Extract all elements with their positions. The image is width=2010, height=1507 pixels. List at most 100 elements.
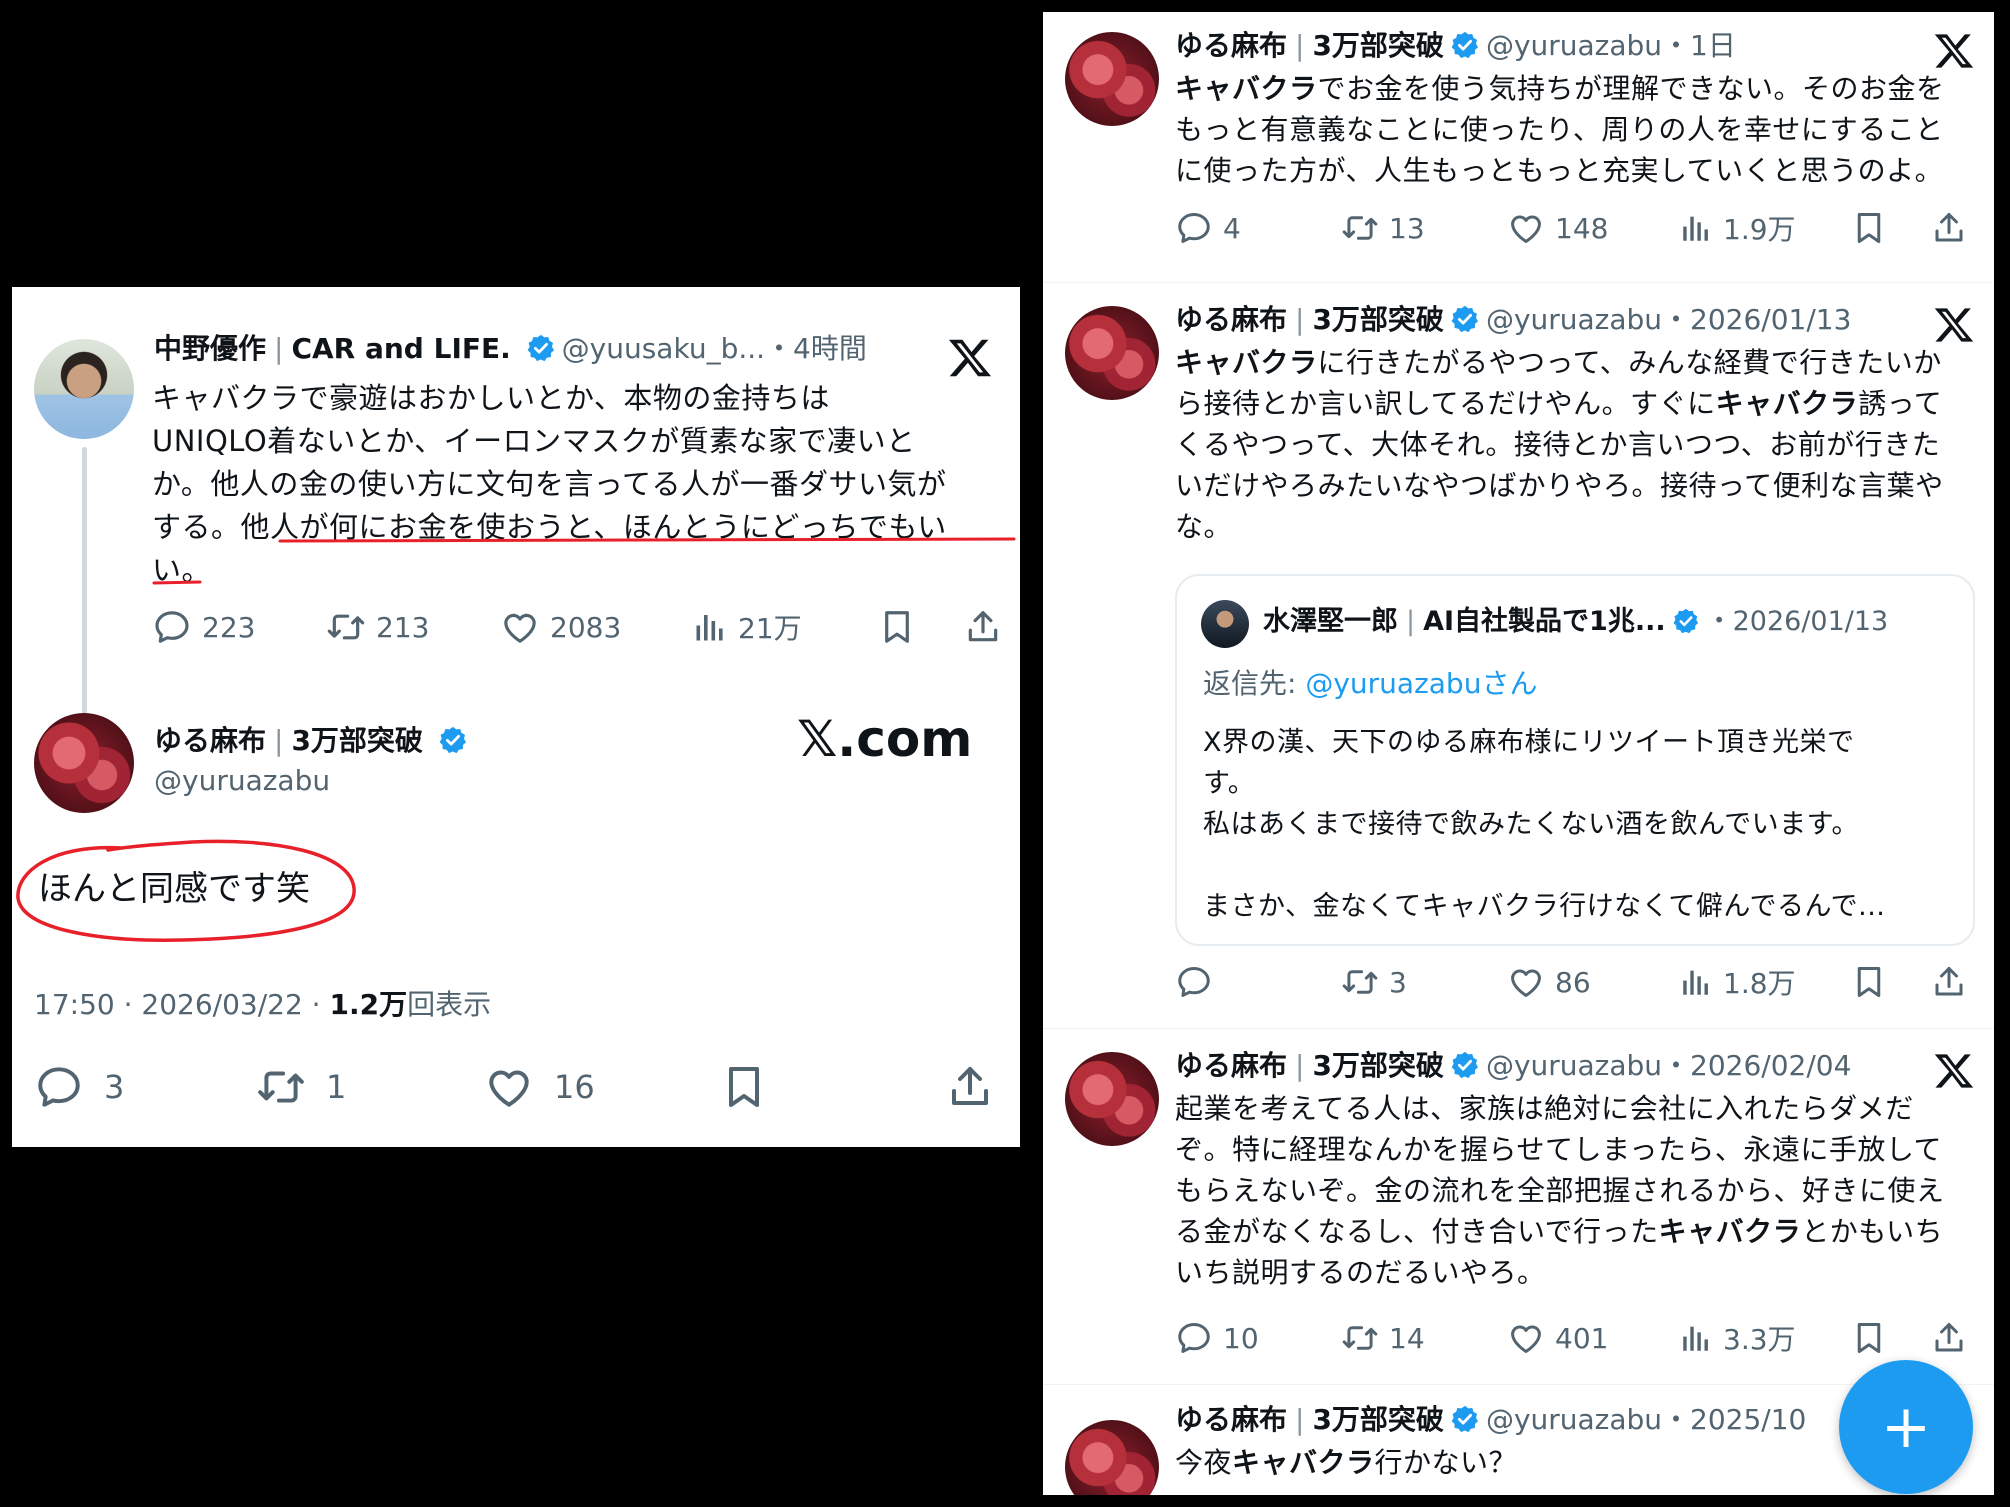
- name-separator: |: [274, 724, 284, 757]
- post-timestamp[interactable]: 17:50 · 2026/03/22 ·: [34, 988, 329, 1021]
- bookmark-icon: [1851, 210, 1887, 246]
- text-line: キャバクラに行きたがるやつって、みんな経費で行きたいか: [1175, 346, 1942, 379]
- display-name[interactable]: ゆる麻布: [1175, 303, 1287, 336]
- repost-button[interactable]: 13: [1341, 208, 1425, 248]
- text-line: キャバクラでお金を使う気持ちが理解できない。そのお金を: [1175, 72, 1945, 105]
- text-line: ぞ。特に経理なんかを握らせてしまったら、永遠に手放して: [1175, 1133, 1942, 1166]
- bookmark-button[interactable]: [1851, 962, 1897, 1002]
- verified-badge-icon: [438, 725, 468, 755]
- display-name[interactable]: ゆる麻布: [1175, 1403, 1287, 1436]
- handle[interactable]: @yuruazabu: [1486, 1049, 1662, 1082]
- share-button[interactable]: [1931, 208, 1977, 248]
- avatar[interactable]: [34, 339, 134, 439]
- reply-button[interactable]: 10: [1175, 1318, 1259, 1358]
- post-time[interactable]: ・2026/01/13: [1706, 606, 1889, 637]
- handle[interactable]: @yuruazabu: [1486, 29, 1662, 62]
- views-icon: [1679, 965, 1713, 999]
- views-button[interactable]: 1.8万: [1679, 962, 1796, 1002]
- repost-count: 213: [376, 610, 430, 644]
- post-time[interactable]: ・2025/10: [1662, 1403, 1806, 1436]
- feed-post[interactable]: ゆる麻布 | 3万部突破 @yuruazabu・1日 キャバクラでお金を使う気持ちが理…: [1043, 12, 1994, 280]
- avatar[interactable]: [1065, 306, 1159, 400]
- compose-post-button[interactable]: +: [1839, 1360, 1973, 1494]
- like-button[interactable]: 401: [1507, 1318, 1608, 1358]
- handle[interactable]: @yuruazabu: [1486, 1403, 1662, 1436]
- feed-post[interactable]: ゆる麻布 | 3万部突破 @yuruazabu・2026/02/04 起業を考えてる人…: [1043, 1030, 1994, 1382]
- avatar[interactable]: [1065, 1052, 1159, 1146]
- share-button[interactable]: [1931, 1318, 1977, 1358]
- bookmark-button[interactable]: [1851, 208, 1897, 248]
- display-name-suffix[interactable]: 3万部突破: [1312, 29, 1443, 62]
- views-icon: [1679, 1321, 1713, 1355]
- share-button[interactable]: [946, 1063, 1004, 1111]
- view-count: 1.2万: [329, 988, 408, 1021]
- share-button[interactable]: [1931, 962, 1977, 1002]
- post-time[interactable]: ・4時間: [765, 332, 867, 365]
- views-button[interactable]: 3.3万: [1679, 1318, 1796, 1358]
- bookmark-button[interactable]: [878, 607, 926, 647]
- avatar[interactable]: [34, 713, 134, 813]
- reply-count: 10: [1223, 1321, 1259, 1355]
- heart-icon: [1507, 209, 1545, 247]
- action-bar: 3 86 1.8万: [1175, 962, 1975, 1004]
- tweet-header: ゆる麻布 | 3万部突破 @yuruazabu・1日: [1175, 28, 1736, 64]
- display-name-suffix[interactable]: 3万部突破: [291, 724, 422, 757]
- repost-button[interactable]: 1: [256, 1063, 346, 1111]
- post-time[interactable]: ・1日: [1662, 29, 1736, 62]
- reply-button[interactable]: 3: [34, 1063, 124, 1111]
- display-name-suffix[interactable]: 3万部突破: [1312, 1403, 1443, 1436]
- like-button[interactable]: 2083: [500, 607, 621, 647]
- handle[interactable]: @yuruazabu: [1486, 303, 1662, 336]
- x-logo-icon: [1933, 304, 1975, 346]
- view-label: 回表示: [407, 988, 492, 1021]
- bookmark-button[interactable]: [1851, 1318, 1897, 1358]
- handle[interactable]: @yuruazabu: [154, 763, 330, 799]
- like-button[interactable]: 86: [1507, 962, 1591, 1002]
- display-name-suffix[interactable]: 3万部突破: [1312, 1049, 1443, 1082]
- text-line: な。: [1175, 510, 1233, 543]
- divider: [1043, 1028, 1994, 1029]
- post-time[interactable]: ・2026/02/04: [1662, 1049, 1851, 1082]
- avatar[interactable]: [1065, 1420, 1159, 1495]
- avatar[interactable]: [1201, 600, 1249, 648]
- display-name[interactable]: 水澤堅一郎: [1263, 606, 1398, 637]
- display-name[interactable]: ゆる麻布: [1175, 1049, 1287, 1082]
- like-button[interactable]: 16: [484, 1063, 595, 1111]
- reply-button[interactable]: 223: [152, 607, 255, 647]
- repost-button[interactable]: 213: [326, 607, 429, 647]
- views-button[interactable]: 1.9万: [1679, 208, 1796, 248]
- reply-to-handle[interactable]: @yuruazabuさん: [1305, 667, 1537, 700]
- reply-button[interactable]: [1175, 962, 1223, 1002]
- display-name[interactable]: 中野優作: [154, 332, 266, 365]
- share-button[interactable]: [964, 607, 1012, 647]
- x-logo-icon: [1933, 1050, 1975, 1092]
- text-line: ら接待とか言い訳してるだけやん。すぐにキャバクラ誘って: [1175, 387, 1943, 420]
- text-line: キャバクラで豪遊はおかしいとか、本物の金持ちは: [152, 381, 830, 415]
- red-circle-annotation: [16, 839, 356, 942]
- post-text: キャバクラに行きたがるやつって、みんな経費で行きたいか ら接待とか言い訳してるだ…: [1175, 342, 1985, 547]
- bookmark-button[interactable]: [720, 1063, 778, 1111]
- display-name-suffix[interactable]: AI自社製品で1兆...: [1423, 606, 1666, 637]
- avatar[interactable]: [1065, 32, 1159, 126]
- display-name-suffix[interactable]: CAR and LIFE.: [291, 332, 510, 365]
- reply-count: 223: [202, 610, 256, 644]
- x-logo-icon: [947, 335, 993, 381]
- handle[interactable]: @yuusaku_b...: [562, 332, 765, 365]
- repost-button[interactable]: 3: [1341, 962, 1407, 1002]
- post-text: 起業を考えてる人は、家族は絶対に会社に入れたらダメだ ぞ。特に経理なんかを握らせ…: [1175, 1088, 1985, 1293]
- quote-card[interactable]: 水澤堅一郎 | AI自社製品で1兆... ・2026/01/13 返信先: @yuru…: [1175, 574, 1975, 946]
- like-button[interactable]: 148: [1507, 208, 1608, 248]
- name-separator: |: [1295, 1049, 1305, 1082]
- view-count: 21万: [738, 612, 802, 645]
- display-name[interactable]: ゆる麻布: [1175, 29, 1287, 62]
- tweet-header: 中野優作 | CAR and LIFE. @yuusaku_b...・4時間: [154, 331, 867, 367]
- quote-text: X界の漢、天下のゆる麻布様にリツイート頂き光栄で す。 私はあくまで接待で飲みた…: [1203, 722, 1963, 927]
- display-name[interactable]: ゆる麻布: [154, 724, 266, 757]
- views-button[interactable]: 21万: [692, 607, 802, 647]
- feed-post[interactable]: ゆる麻布 | 3万部突破 @yuruazabu・2026/01/13 キャバクラに行き…: [1043, 284, 1994, 1026]
- like-count: 16: [554, 1068, 595, 1106]
- post-time[interactable]: ・2026/01/13: [1662, 303, 1851, 336]
- display-name-suffix[interactable]: 3万部突破: [1312, 303, 1443, 336]
- reply-button[interactable]: 4: [1175, 208, 1241, 248]
- repost-button[interactable]: 14: [1341, 1318, 1425, 1358]
